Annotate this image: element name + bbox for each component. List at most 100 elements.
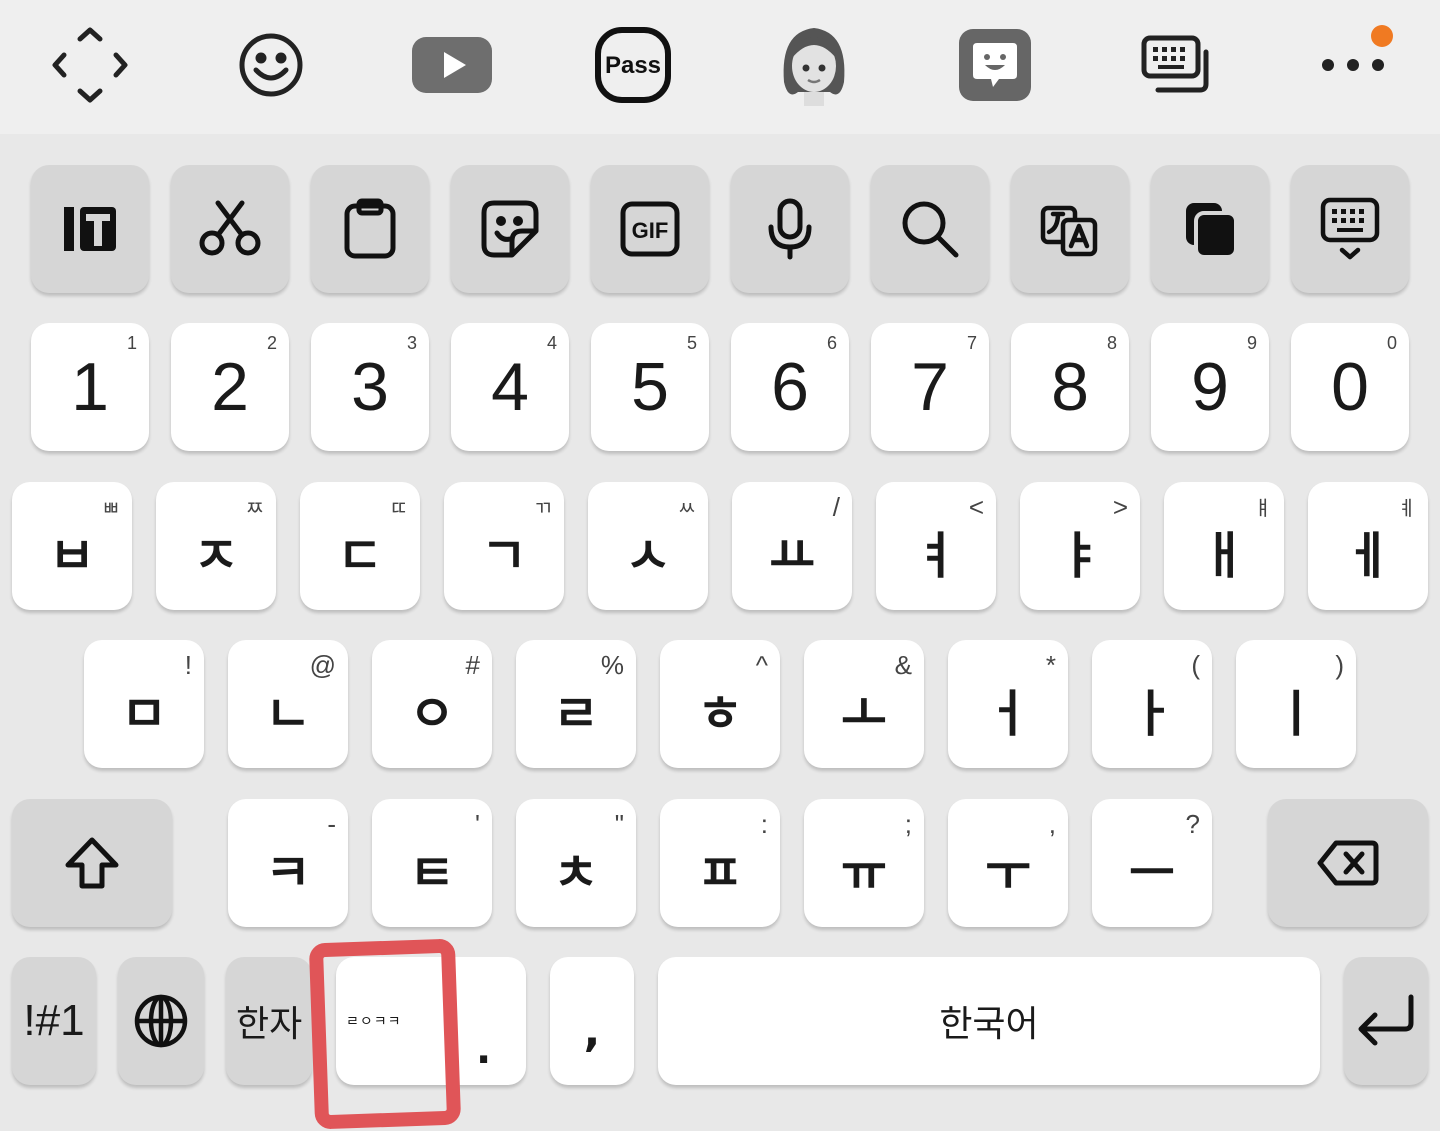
key-siot-label: ㅅ [625,527,671,585]
suggestion-text: ㄹㅇㅋㅋ [346,1014,402,1030]
pass-icon[interactable]: Pass [588,20,678,110]
key-5[interactable]: 55 [591,323,709,451]
cut-button[interactable] [171,165,289,293]
key-ya[interactable]: > ㅑ [1020,482,1140,610]
sticker-button[interactable] [451,165,569,293]
key-tieut[interactable]: ' ㅌ [372,799,492,927]
key-u[interactable]: ,ㅜ [948,799,1068,927]
symbols-label: !#1 [23,996,85,1045]
copy-button[interactable] [1151,165,1269,293]
sticker-icon [481,200,539,258]
key-3[interactable]: 33 [311,323,429,451]
bitmoji-icon[interactable] [950,20,1040,110]
period-label: . [476,1027,492,1073]
key-i[interactable]: ) ㅣ [1236,640,1356,768]
keyboard-switch-icon[interactable] [1131,20,1221,110]
key-giyeok-sub: ㄲ [533,498,552,520]
key-bieup-sub: ㅃ [101,498,120,520]
key-jieut-sub: ㅉ [245,498,264,520]
key-7-sub: 7 [966,333,977,353]
gif-icon: GIF [620,201,680,257]
copy-icon [1186,203,1238,259]
key-ieung[interactable]: # ㅇ [372,640,492,768]
notification-dot [1371,25,1393,47]
key-jieut[interactable]: ㅉㅈ [156,482,276,610]
key-2-sub: 2 [266,333,277,353]
key-hieut[interactable]: ^ ㅎ [660,640,780,768]
shift-key[interactable] [12,799,172,927]
key-yeo[interactable]: < ㅕ [876,482,996,610]
key-eu[interactable]: ? ㅡ [1092,799,1212,927]
key-e[interactable]: ㅖㅔ [1308,482,1428,610]
suggestion-key[interactable]: ㄹㅇㅋㅋ. [336,957,526,1085]
key-6-label: 6 [771,349,809,425]
key-siot-sub: ㅆ [677,498,696,520]
key-ae-sub: ㅒ [1253,498,1272,520]
key-9-label: 9 [1191,349,1229,425]
key-digeut[interactable]: ㄸㄷ [300,482,420,610]
key-yu[interactable]: ; ㅠ [804,799,924,927]
key-pieup[interactable]: :ㅍ [660,799,780,927]
key-yo-sub: / [832,492,840,522]
key-hieut-sub: ^ [755,650,768,680]
key-8-label: 8 [1051,349,1089,425]
key-5-sub: 5 [686,333,697,353]
key-0-label: 0 [1331,349,1369,425]
keyboard-mode-icon[interactable] [45,20,135,110]
key-u-label: ㅜ [985,844,1031,902]
emoji-icon[interactable] [226,20,316,110]
shift-icon [65,837,119,889]
key-7[interactable]: 77 [871,323,989,451]
text-editing-button[interactable] [31,165,149,293]
key-8-sub: 8 [1106,333,1117,353]
key-yo[interactable]: / ㅛ [732,482,852,610]
key-bieup[interactable]: ㅃㅂ [12,482,132,610]
clipboard-button[interactable] [311,165,429,293]
avatar-icon[interactable] [769,20,859,110]
key-eu-label: ㅡ [1129,844,1175,902]
key-4[interactable]: 44 [451,323,569,451]
key-9[interactable]: 99 [1151,323,1269,451]
backspace-key[interactable] [1268,799,1428,927]
key-eo-sub: * [1045,650,1056,680]
key-0[interactable]: 00 [1291,323,1409,451]
key-8[interactable]: 88 [1011,323,1129,451]
key-a-label: ㅏ [1129,685,1175,743]
space-key[interactable]: 한국어 [658,957,1320,1085]
key-1-label: 1 [71,349,109,425]
key-ae-label: ㅐ [1201,527,1247,585]
key-6[interactable]: 66 [731,323,849,451]
enter-icon [1358,994,1414,1046]
key-mieum[interactable]: ! ㅁ [84,640,204,768]
key-eo[interactable]: * ㅓ [948,640,1068,768]
gif-button[interactable]: GIF [591,165,709,293]
key-siot[interactable]: ㅆㅅ [588,482,708,610]
key-nieun[interactable]: @ ㄴ [228,640,348,768]
key-giyeok[interactable]: ㄲㄱ [444,482,564,610]
comma-key[interactable]: , [550,957,634,1085]
key-ae[interactable]: ㅒㅐ [1164,482,1284,610]
globe-icon [134,994,188,1048]
key-a[interactable]: (ㅏ [1092,640,1212,768]
key-mieum-sub: ! [184,650,192,680]
youtube-icon[interactable] [407,20,497,110]
key-kieuk[interactable]: -ㅋ [228,799,348,927]
key-nieun-sub: @ [309,650,336,680]
key-mieum-label: ㅁ [121,685,167,743]
key-chieut[interactable]: " ㅊ [516,799,636,927]
hanja-key[interactable]: 한자 [226,957,312,1085]
symbols-key[interactable]: !#1 [12,957,96,1085]
enter-key[interactable] [1344,957,1428,1085]
keyboard-hide-button[interactable] [1291,165,1409,293]
key-eo-label: ㅓ [985,685,1031,743]
voice-input-button[interactable] [731,165,849,293]
language-key[interactable] [118,957,204,1085]
key-o[interactable]: & ㅗ [804,640,924,768]
key-rieul[interactable]: % ㄹ [516,640,636,768]
search-button[interactable] [871,165,989,293]
translate-button[interactable] [1011,165,1129,293]
clipboard-icon [344,198,396,259]
key-2[interactable]: 22 [171,323,289,451]
key-ya-label: ㅑ [1057,527,1103,585]
key-1[interactable]: 11 [31,323,149,451]
